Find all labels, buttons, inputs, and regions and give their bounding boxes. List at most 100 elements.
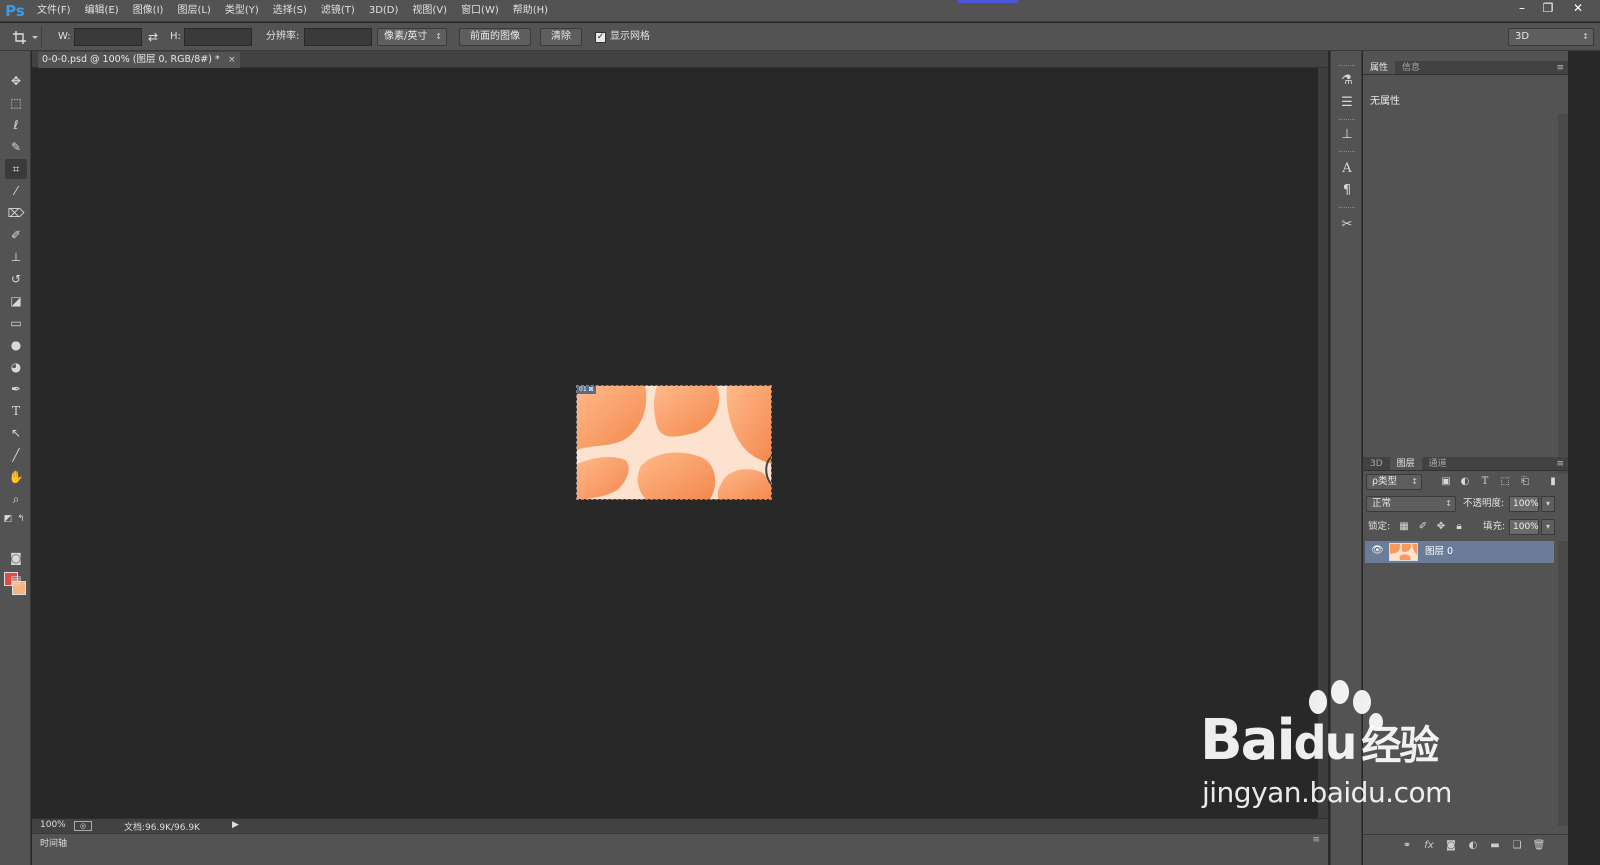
menu-image[interactable]: 图像(I) xyxy=(126,0,171,22)
menu-edit[interactable]: 编辑(E) xyxy=(78,0,126,22)
link-layers-icon[interactable]: ⚭ xyxy=(1399,839,1415,853)
clear-button[interactable]: 清除 xyxy=(540,28,582,46)
lock-position-icon[interactable]: ✥ xyxy=(1434,520,1448,534)
clone-stamp-tool-icon[interactable]: ⊥ xyxy=(5,247,27,267)
path-selection-tool-icon[interactable]: ↖ xyxy=(5,423,27,443)
character-panel-icon[interactable]: A xyxy=(1337,159,1357,179)
close-window-button[interactable]: ✕ xyxy=(1566,0,1590,18)
lock-image-icon[interactable]: ✐ xyxy=(1416,520,1430,534)
tab-layers[interactable]: 图层 xyxy=(1389,457,1422,470)
eraser-tool-icon[interactable]: ◪ xyxy=(5,291,27,311)
lock-all-icon[interactable]: 🔒︎ xyxy=(1452,520,1466,534)
filter-shape-icon[interactable]: ⬚ xyxy=(1498,475,1512,489)
fill-dropdown-icon[interactable]: ▾ xyxy=(1541,519,1555,535)
tool-preset-picker[interactable] xyxy=(8,26,42,48)
timeline-menu-icon[interactable]: ≡ xyxy=(1312,835,1320,845)
delete-layer-icon[interactable]: 🗑︎ xyxy=(1531,839,1547,853)
layers-scrollbar[interactable] xyxy=(1558,541,1568,826)
height-input[interactable] xyxy=(184,28,252,46)
watermark-brand-du: du xyxy=(1293,716,1358,770)
menu-help[interactable]: 帮助(H) xyxy=(506,0,555,22)
giraffe-pattern-image xyxy=(577,386,771,499)
tab-info[interactable]: 信息 xyxy=(1395,61,1427,74)
swap-colors-icon[interactable]: ↰ xyxy=(15,509,27,529)
quick-mask-icon[interactable]: ◙ xyxy=(5,548,27,568)
opacity-dropdown-icon[interactable]: ▾ xyxy=(1541,496,1555,512)
zoom-tool-icon[interactable]: ⌕ xyxy=(5,489,27,509)
move-tool-icon[interactable]: ✥ xyxy=(5,71,27,91)
preview-icon[interactable]: ◎ xyxy=(74,821,92,831)
gradient-tool-icon[interactable]: ▭ xyxy=(5,313,27,333)
filter-pixel-icon[interactable]: ▣ xyxy=(1439,475,1453,489)
pen-tool-icon[interactable]: ✒ xyxy=(5,379,27,399)
blend-mode-select[interactable]: 正常 xyxy=(1366,496,1456,512)
document-tab[interactable]: 0-0-0.psd @ 100% (图层 0, RGB/8#) * × xyxy=(38,52,240,68)
clone-source-panel-icon[interactable]: ⊥ xyxy=(1337,125,1357,145)
filter-toggle-icon[interactable]: ▮ xyxy=(1546,475,1560,489)
properties-panel-menu-icon[interactable]: ≡ xyxy=(1556,61,1564,75)
tab-channels[interactable]: 通道 xyxy=(1422,457,1454,470)
crop-tool-icon[interactable]: ⌗ xyxy=(5,159,27,179)
layer-row[interactable]: 👁︎ 图层 0 xyxy=(1365,541,1554,563)
screen-mode-icon[interactable]: ▤ xyxy=(5,570,27,590)
zoom-level[interactable]: 100% xyxy=(40,820,66,830)
hand-tool-icon[interactable]: ✋ xyxy=(5,467,27,487)
layer-filter-select[interactable]: ρ类型 xyxy=(1366,474,1422,490)
new-layer-icon[interactable]: ❏ xyxy=(1509,839,1525,853)
status-menu-arrow-icon[interactable]: ▶ xyxy=(232,820,239,830)
show-grid-checkbox[interactable]: ✓ xyxy=(595,32,606,43)
history-panel-icon[interactable]: ⚗ xyxy=(1337,71,1357,91)
lasso-tool-icon[interactable]: ℓ xyxy=(5,115,27,135)
workspace-select[interactable]: 3D xyxy=(1508,28,1594,46)
menu-filter[interactable]: 滤镜(T) xyxy=(314,0,362,22)
new-group-icon[interactable]: ▬ xyxy=(1487,839,1503,853)
dodge-tool-icon[interactable]: ◕ xyxy=(5,357,27,377)
menu-file[interactable]: 文件(F) xyxy=(30,0,78,22)
lock-transparent-icon[interactable]: ▦ xyxy=(1397,520,1411,534)
timeline-label[interactable]: 时间轴 xyxy=(40,836,67,849)
watermark-brand: Baidu 经验 xyxy=(1200,708,1439,773)
healing-brush-tool-icon[interactable]: ⌦ xyxy=(5,203,27,223)
width-input[interactable] xyxy=(74,28,142,46)
resolution-unit-select[interactable]: 像素/英寸 xyxy=(377,28,447,46)
minimize-button[interactable]: – xyxy=(1510,0,1534,18)
line-tool-icon[interactable]: ╱ xyxy=(5,445,27,465)
add-mask-icon[interactable]: ◙ xyxy=(1443,839,1459,853)
type-tool-icon[interactable]: T xyxy=(5,401,27,421)
swap-icon[interactable]: ⇄ xyxy=(148,28,158,46)
quick-select-tool-icon[interactable]: ✎ xyxy=(5,137,27,157)
menu-view[interactable]: 视图(V) xyxy=(405,0,454,22)
layers-panel-menu-icon[interactable]: ≡ xyxy=(1556,457,1564,471)
filter-adjustment-icon[interactable]: ◐ xyxy=(1458,475,1472,489)
menu-type[interactable]: 类型(Y) xyxy=(218,0,266,22)
marquee-tool-icon[interactable]: ⬚ xyxy=(5,93,27,113)
document-image[interactable]: 01 ⊠ xyxy=(576,385,772,500)
eyedropper-tool-icon[interactable]: ⁄ xyxy=(5,181,27,201)
visibility-eye-icon[interactable]: 👁︎ xyxy=(1371,545,1384,556)
brush-tool-icon[interactable]: ✐ xyxy=(5,225,27,245)
resolution-input[interactable] xyxy=(304,28,372,46)
blur-tool-icon[interactable]: ● xyxy=(5,335,27,355)
fx-icon[interactable]: fx xyxy=(1421,839,1437,853)
front-image-button[interactable]: 前面的图像 xyxy=(459,28,531,46)
default-colors-icon[interactable]: ◩ xyxy=(2,509,14,529)
paragraph-panel-icon[interactable]: ¶ xyxy=(1337,181,1357,201)
filter-smart-object-icon[interactable]: ⎗ xyxy=(1518,475,1532,489)
close-tab-icon[interactable]: × xyxy=(228,52,236,68)
adjustment-layer-icon[interactable]: ◐ xyxy=(1465,839,1481,853)
history-brush-tool-icon[interactable]: ↺ xyxy=(5,269,27,289)
opacity-input[interactable]: 100% xyxy=(1509,496,1539,512)
tool-presets-panel-icon[interactable]: ✂ xyxy=(1337,215,1357,235)
fill-input[interactable]: 100% xyxy=(1509,519,1539,535)
menu-window[interactable]: 窗口(W) xyxy=(454,0,506,22)
menu-3d[interactable]: 3D(D) xyxy=(362,0,406,22)
filter-type-icon[interactable]: T xyxy=(1478,475,1492,489)
properties-scrollbar[interactable] xyxy=(1558,114,1568,474)
adjustments-panel-icon[interactable]: ☰ xyxy=(1337,93,1357,113)
menu-layer[interactable]: 图层(L) xyxy=(170,0,217,22)
tab-3d[interactable]: 3D xyxy=(1363,457,1390,470)
menu-select[interactable]: 选择(S) xyxy=(266,0,314,22)
tab-properties[interactable]: 属性 xyxy=(1363,61,1396,74)
restore-button[interactable]: ❐ xyxy=(1536,0,1560,18)
layer-name[interactable]: 图层 0 xyxy=(1425,541,1453,563)
